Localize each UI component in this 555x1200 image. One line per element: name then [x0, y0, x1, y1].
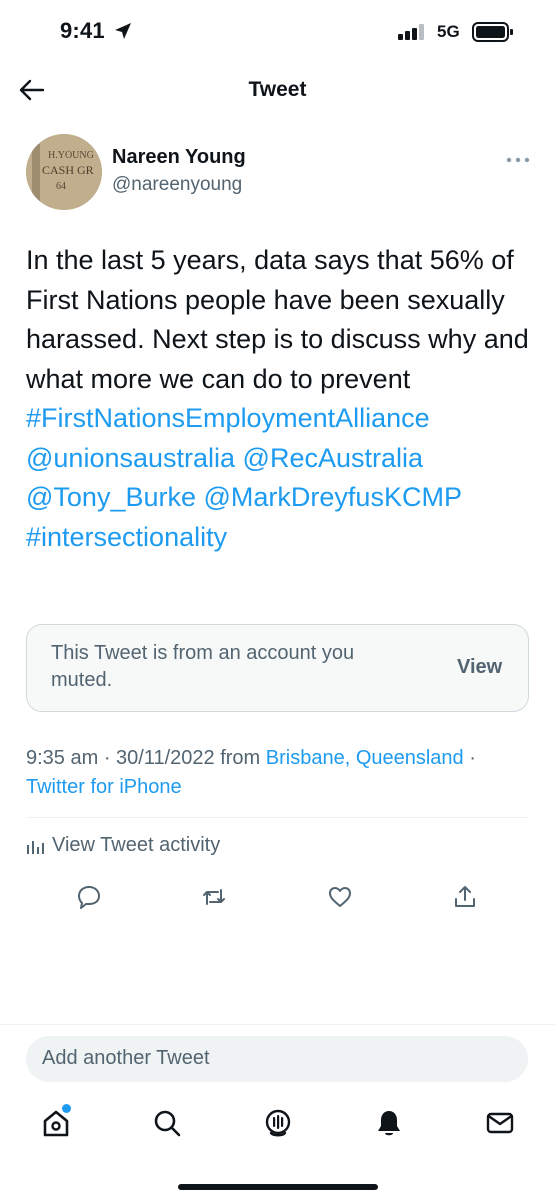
notifications-icon[interactable] — [374, 1108, 404, 1138]
tweet-meta: 9:35 am · 30/11/2022 from Brisbane, Quee… — [26, 744, 536, 802]
muted-tweet-notice: This Tweet is from an account you muted.… — [26, 624, 529, 712]
hashtag-link[interactable]: #intersectionality — [26, 522, 227, 552]
add-tweet-placeholder: Add another Tweet — [42, 1047, 210, 1069]
mention-link[interactable]: @RecAustralia — [243, 443, 423, 473]
add-tweet-input[interactable]: Add another Tweet — [26, 1036, 528, 1082]
hashtag-link[interactable]: #FirstNationsEmploymentAlliance — [26, 403, 430, 433]
status-time: 9:41 — [60, 18, 105, 43]
share-icon[interactable] — [452, 884, 478, 910]
author-handle[interactable]: @nareenyoung — [112, 174, 242, 196]
view-muted-button[interactable]: View — [457, 656, 502, 679]
battery-icon — [472, 22, 513, 42]
network-label: 5G — [437, 22, 460, 41]
location-arrow-icon — [115, 23, 131, 39]
tweet-body-text: In the last 5 years, data says that 56% … — [26, 245, 529, 394]
messages-icon[interactable] — [485, 1108, 515, 1138]
home-indicator — [178, 1184, 378, 1190]
like-icon[interactable] — [327, 884, 353, 910]
svg-text:CASH GR: CASH GR — [42, 163, 94, 177]
view-activity-button[interactable]: View Tweet activity — [26, 834, 220, 857]
meta-separator: · — [463, 747, 476, 769]
activity-chart-icon — [27, 840, 44, 854]
avatar[interactable]: H.YOUNG CASH GR 64 — [26, 134, 102, 210]
mention-link[interactable]: @Tony_Burke — [26, 482, 196, 512]
spaces-icon[interactable] — [263, 1108, 293, 1138]
source-link[interactable]: Twitter for iPhone — [26, 776, 182, 798]
tweet-timestamp[interactable]: 9:35 am · 30/11/2022 from — [26, 747, 266, 769]
muted-notice-text: This Tweet is from an account you muted. — [51, 642, 355, 691]
page-title: Tweet — [248, 78, 307, 101]
reply-icon[interactable] — [76, 884, 102, 910]
tweet-text: In the last 5 years, data says that 56% … — [26, 241, 536, 557]
more-options-icon[interactable] — [506, 156, 530, 164]
mention-link[interactable]: @MarkDreyfusKCMP — [204, 482, 462, 512]
search-icon[interactable] — [152, 1108, 182, 1138]
svg-text:H.YOUNG: H.YOUNG — [48, 150, 94, 161]
retweet-icon[interactable] — [201, 884, 227, 910]
signal-icon — [398, 24, 424, 40]
home-notification-dot — [62, 1104, 71, 1113]
svg-text:64: 64 — [56, 181, 66, 192]
view-activity-label: View Tweet activity — [52, 834, 221, 856]
author-name[interactable]: Nareen Young — [112, 146, 246, 169]
location-link[interactable]: Brisbane, Queensland — [266, 747, 464, 769]
divider — [26, 817, 529, 818]
mention-link[interactable]: @unionsaustralia — [26, 443, 235, 473]
divider — [0, 1024, 555, 1025]
